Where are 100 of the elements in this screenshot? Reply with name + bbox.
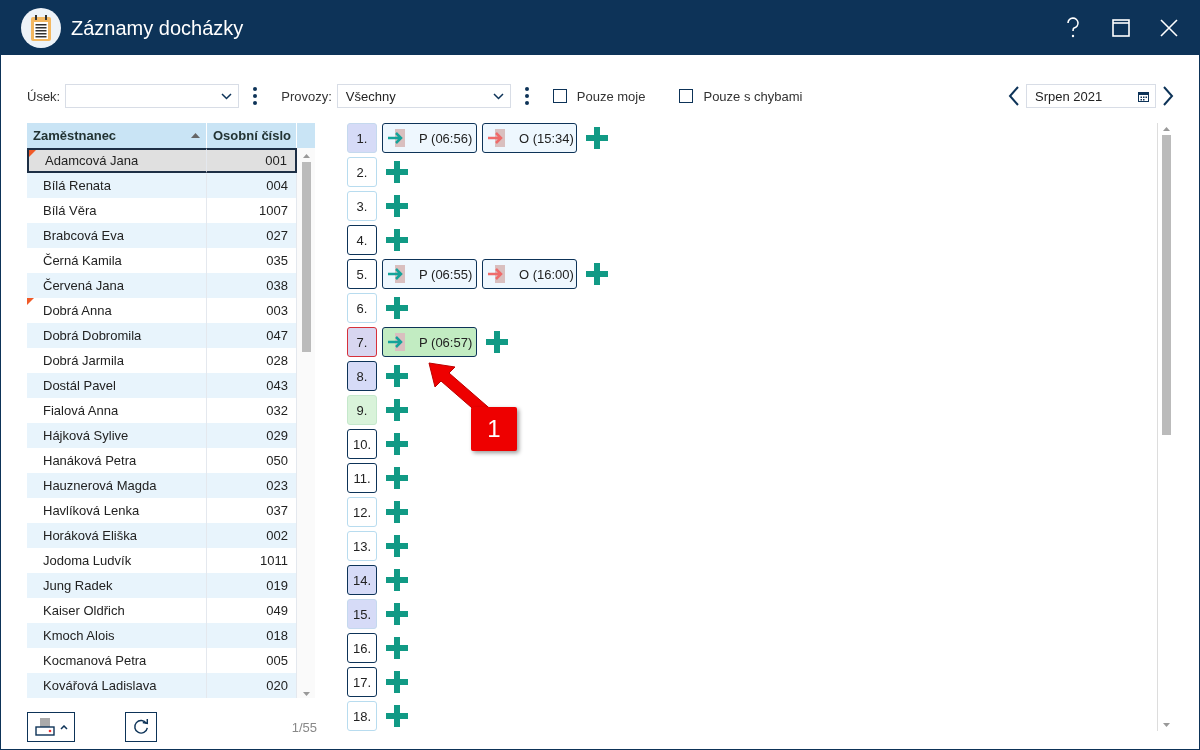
refresh-icon bbox=[132, 717, 150, 737]
employee-name-cell[interactable]: Dostál Pavel bbox=[27, 373, 207, 398]
day-box[interactable]: 1. bbox=[347, 123, 377, 153]
day-box[interactable]: 9. bbox=[347, 395, 377, 425]
add-button[interactable] bbox=[386, 501, 408, 523]
scroll-down-icon[interactable] bbox=[1162, 723, 1170, 727]
more-icon[interactable] bbox=[253, 87, 258, 105]
add-button[interactable] bbox=[486, 331, 508, 353]
add-button[interactable] bbox=[386, 535, 408, 557]
add-button[interactable] bbox=[386, 399, 408, 421]
add-button[interactable] bbox=[586, 263, 608, 285]
day-box[interactable]: 12. bbox=[347, 497, 377, 527]
number-cell: 043 bbox=[207, 373, 297, 398]
day-box[interactable]: 16. bbox=[347, 633, 377, 663]
day-box[interactable]: 7. bbox=[347, 327, 377, 357]
scrollbar-thumb[interactable] bbox=[301, 162, 311, 352]
plus-icon bbox=[386, 535, 408, 557]
day-box[interactable]: 18. bbox=[347, 701, 377, 731]
add-button[interactable] bbox=[386, 365, 408, 387]
add-button[interactable] bbox=[386, 705, 408, 727]
column-header[interactable]: Osobní číslo bbox=[207, 123, 297, 148]
plus-icon bbox=[586, 127, 608, 149]
checkbox[interactable] bbox=[679, 89, 694, 103]
employee-name-cell[interactable]: Dobrá Anna bbox=[27, 298, 207, 323]
day-box[interactable]: 4. bbox=[347, 225, 377, 255]
add-button[interactable] bbox=[386, 195, 408, 217]
operations-dropdown[interactable]: Všechny bbox=[336, 84, 511, 108]
number-cell: 019 bbox=[207, 573, 297, 598]
employee-name-cell[interactable]: Adamcová Jana bbox=[27, 148, 207, 173]
plus-icon bbox=[386, 671, 408, 693]
attendance-record[interactable]: O (16:00) bbox=[482, 259, 577, 289]
number-cell: 027 bbox=[207, 223, 297, 248]
employee-name-cell[interactable]: Brabcová Eva bbox=[27, 223, 207, 248]
number-cell: 047 bbox=[207, 323, 297, 348]
attendance-record[interactable]: O (15:34) bbox=[482, 123, 577, 153]
attendance-record[interactable]: P (06:57) bbox=[382, 327, 477, 357]
employee-name-cell[interactable]: Kmoch Alois bbox=[27, 623, 207, 648]
day-box[interactable]: 15. bbox=[347, 599, 377, 629]
add-button[interactable] bbox=[386, 161, 408, 183]
add-button[interactable] bbox=[386, 637, 408, 659]
field-label: Úsek: bbox=[27, 88, 61, 104]
next-month-icon[interactable] bbox=[1162, 86, 1174, 106]
employee-name-cell[interactable]: Červená Jana bbox=[27, 273, 207, 298]
add-button[interactable] bbox=[386, 297, 408, 319]
employee-name-cell[interactable]: Bílá Renata bbox=[27, 173, 207, 198]
more-icon[interactable] bbox=[524, 87, 529, 105]
month-field[interactable]: Srpen 2021 bbox=[1026, 84, 1156, 108]
day-box[interactable]: 17. bbox=[347, 667, 377, 697]
add-button[interactable] bbox=[386, 569, 408, 591]
employee-name-cell[interactable]: Hájková Sylive bbox=[27, 423, 207, 448]
day-box[interactable]: 10. bbox=[347, 429, 377, 459]
attendance-record[interactable]: P (06:55) bbox=[382, 259, 477, 289]
column-header[interactable]: Zaměstnanec bbox=[27, 123, 207, 148]
employee-name: Kaiser Oldřich bbox=[43, 603, 125, 618]
plus-icon bbox=[586, 263, 608, 285]
employee-name-cell[interactable]: Dobrá Dobromila bbox=[27, 323, 207, 348]
number-cell: 001 bbox=[207, 148, 297, 173]
employee-name: Bílá Renata bbox=[43, 178, 111, 193]
add-button[interactable] bbox=[386, 229, 408, 251]
day-box[interactable]: 6. bbox=[347, 293, 377, 323]
employee-name-cell[interactable]: Horáková Eliška bbox=[27, 523, 207, 548]
day-box[interactable]: 2. bbox=[347, 157, 377, 187]
add-button[interactable] bbox=[386, 671, 408, 693]
scrollbar[interactable] bbox=[297, 148, 315, 698]
calendar-icon[interactable] bbox=[1138, 90, 1149, 102]
print-button[interactable] bbox=[27, 712, 75, 742]
checkbox[interactable] bbox=[552, 89, 567, 103]
plus-icon bbox=[386, 161, 408, 183]
employee-name-cell[interactable]: Jung Radek bbox=[27, 573, 207, 598]
day-box[interactable]: 14. bbox=[347, 565, 377, 595]
scrollbar-thumb[interactable] bbox=[1161, 135, 1171, 435]
arrow-icon bbox=[387, 333, 407, 351]
attendance-record[interactable]: P (06:56) bbox=[382, 123, 477, 153]
employee-name: Dobrá Dobromila bbox=[43, 328, 142, 343]
arrow-icon bbox=[387, 129, 407, 147]
previous-month-icon[interactable] bbox=[1008, 86, 1020, 106]
plus-icon bbox=[386, 569, 408, 591]
day-box[interactable]: 3. bbox=[347, 191, 377, 221]
employee-name: Kovářová Ladislava bbox=[43, 678, 157, 693]
scroll-up-icon[interactable] bbox=[1162, 127, 1170, 131]
plus-icon bbox=[386, 365, 408, 387]
scrollbar[interactable] bbox=[1157, 123, 1174, 731]
day-box[interactable]: 13. bbox=[347, 531, 377, 561]
employee-name: Jung Radek bbox=[43, 578, 113, 593]
employee-name: Brabcová Eva bbox=[43, 228, 124, 243]
arrow-icon bbox=[487, 129, 507, 147]
add-button[interactable] bbox=[386, 467, 408, 489]
scroll-up-icon[interactable] bbox=[302, 154, 310, 158]
employee-name-cell[interactable]: Hauznerová Magda bbox=[27, 473, 207, 498]
scroll-down-icon[interactable] bbox=[302, 692, 310, 696]
day-box[interactable]: 8. bbox=[347, 361, 377, 391]
day-box[interactable]: 5. bbox=[347, 259, 377, 289]
refresh-button[interactable] bbox=[125, 712, 157, 742]
plus-icon bbox=[386, 501, 408, 523]
add-button[interactable] bbox=[586, 127, 608, 149]
day-box[interactable]: 11. bbox=[347, 463, 377, 493]
employee-name: Kmoch Alois bbox=[43, 628, 115, 643]
add-button[interactable] bbox=[386, 433, 408, 455]
add-button[interactable] bbox=[386, 603, 408, 625]
employee-name-cell[interactable]: Kovářová Ladislava bbox=[27, 673, 207, 698]
